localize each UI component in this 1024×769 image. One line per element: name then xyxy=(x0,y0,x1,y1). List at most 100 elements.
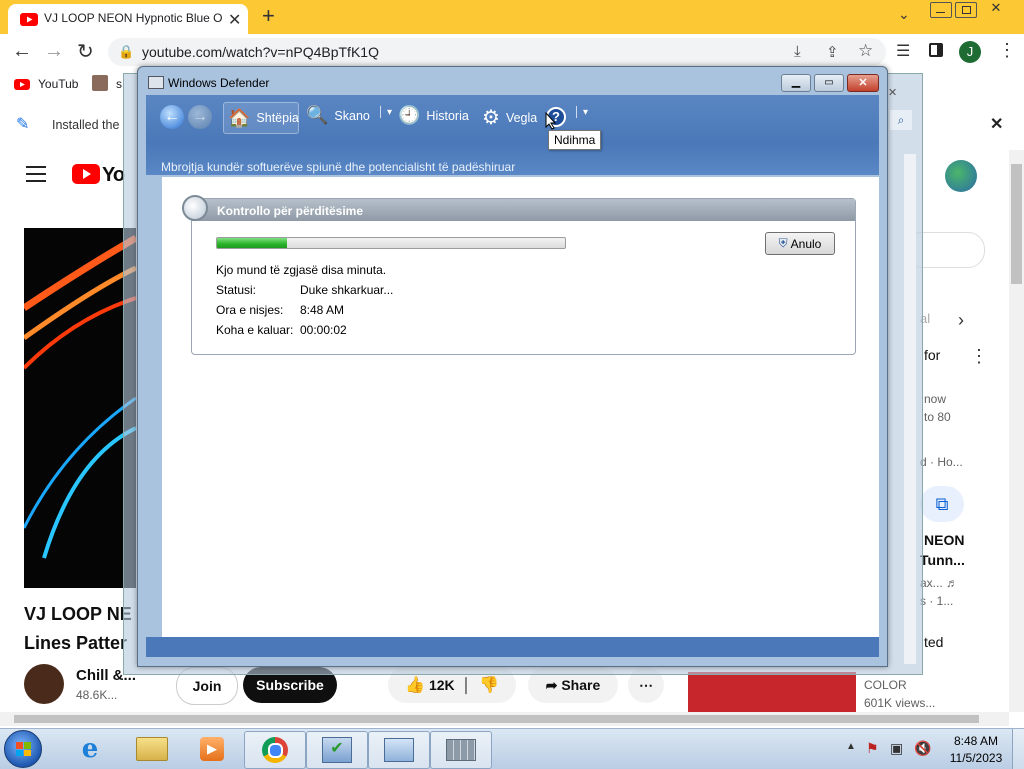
page-horizontal-scrollbar[interactable] xyxy=(0,712,1009,726)
windows-taskbar: e ▶ ✔ ▲ ⚑ ▣ 🔇 8:48 AM 11/5/2023 xyxy=(0,728,1024,769)
bookmark-youtube[interactable]: YouTub xyxy=(38,77,78,91)
start-button[interactable] xyxy=(4,730,42,768)
minimize-icon[interactable] xyxy=(930,2,952,18)
show-hidden-icons-icon[interactable]: ▲ xyxy=(846,741,856,752)
taskbar-firewall-icon[interactable] xyxy=(430,731,492,769)
defender-maximize-icon[interactable]: ▭ xyxy=(814,74,844,92)
channel-avatar[interactable] xyxy=(24,664,64,704)
side-text-tunn: Tunn... xyxy=(920,552,965,568)
reload-icon[interactable]: ↻ xyxy=(77,39,94,64)
media-controls-icon[interactable]: ☰ xyxy=(896,41,910,61)
side-text-for: for xyxy=(924,347,941,363)
clock-date[interactable]: 11/5/2023 xyxy=(946,751,1006,765)
background-window-close-icon[interactable]: ✕ xyxy=(888,86,897,99)
like-count[interactable]: 12K xyxy=(429,677,455,693)
network-icon[interactable]: ▣ xyxy=(890,740,903,757)
background-search-icon[interactable]: ⌕ xyxy=(890,110,912,130)
volume-muted-icon[interactable]: 🔇 xyxy=(914,740,931,757)
taskbar-explorer-icon[interactable] xyxy=(122,731,182,767)
side-text-ho: d · Ho... xyxy=(920,455,963,469)
status-label: Statusi: xyxy=(216,283,257,297)
install-app-icon[interactable]: ⤓ xyxy=(794,43,801,60)
browser-tab[interactable]: VJ LOOP NEON Hypnotic Blue Optical ✕ xyxy=(8,4,248,34)
tab-close-icon[interactable]: ✕ xyxy=(228,10,241,30)
related-video-thumbnail[interactable] xyxy=(688,672,856,712)
new-tab-icon[interactable]: + xyxy=(262,3,275,29)
restore-icon[interactable] xyxy=(955,2,977,18)
nav-home[interactable]: 🏠 Shtëpia xyxy=(223,102,299,134)
open-external-icon[interactable]: ⧉ xyxy=(920,486,964,522)
tools-gear-icon: ⚙ xyxy=(482,107,500,129)
defender-content-area: Kontrollo për përditësime Kjo mund të zg… xyxy=(162,177,879,637)
elapsed-time-value: 00:00:02 xyxy=(300,323,347,337)
tab-search-chevron-icon[interactable]: ⌄ xyxy=(898,6,910,23)
side-text-neon: NEON xyxy=(924,532,965,548)
chrome-menu-icon[interactable]: ⋮ xyxy=(998,40,1016,61)
subscriber-count: 48.6K... xyxy=(76,688,118,702)
nav-tools[interactable]: ⚙ Vegla xyxy=(482,105,537,130)
video-frame xyxy=(24,228,136,588)
status-value: Duke shkarkuar... xyxy=(300,283,394,297)
bookmark-star-icon[interactable]: ☆ xyxy=(858,41,873,61)
side-text-now: now xyxy=(924,392,947,406)
share-page-icon[interactable]: ⇪ xyxy=(826,43,839,61)
share-icon: ➦ xyxy=(545,676,558,693)
defender-forward-icon[interactable]: → xyxy=(188,105,212,129)
related-views: 601K views... xyxy=(864,696,936,710)
close-window-icon[interactable]: ✕ xyxy=(982,0,1010,16)
side-text-s1: s · 1... xyxy=(920,594,954,608)
back-icon[interactable]: ← xyxy=(12,40,32,63)
nav-scan[interactable]: 🔍 Skano xyxy=(306,105,370,126)
scan-magnifier-icon: 🔍 xyxy=(306,105,329,125)
dislike-icon[interactable]: 👎 xyxy=(479,675,499,695)
start-time-value: 8:48 AM xyxy=(300,303,345,317)
side-more-icon[interactable]: ⋮ xyxy=(970,346,988,367)
bookmark-2[interactable]: s xyxy=(116,77,122,91)
url-text[interactable]: youtube.com/watch?v=nPQ4BpTfK1Q xyxy=(142,44,379,60)
nav-tools-label: Vegla xyxy=(505,110,538,125)
help-tooltip: Ndihma xyxy=(548,130,602,150)
tab-title: VJ LOOP NEON Hypnotic Blue Optical xyxy=(44,11,222,25)
taskbar-internet-explorer-icon[interactable]: e xyxy=(60,731,120,767)
youtube-logo-icon[interactable] xyxy=(72,164,100,184)
defender-back-icon[interactable]: ← xyxy=(160,105,184,129)
account-avatar[interactable] xyxy=(945,160,977,192)
elapsed-time-label: Koha e kaluar: xyxy=(216,323,294,337)
chips-next-icon[interactable]: › xyxy=(958,310,964,331)
lock-icon[interactable]: 🔒 xyxy=(118,44,134,60)
forward-icon[interactable]: → xyxy=(44,40,64,63)
video-player[interactable] xyxy=(24,228,136,588)
action-center-icon[interactable]: ⚑ xyxy=(866,740,879,757)
hamburger-menu-icon[interactable] xyxy=(26,166,46,182)
update-check-panel: Kontrollo për përditësime Kjo mund të zg… xyxy=(191,198,856,355)
side-text-ted: ted xyxy=(924,634,944,650)
defender-close-icon[interactable]: ✕ xyxy=(847,74,879,92)
start-time-label: Ora e nisjes: xyxy=(216,303,284,317)
video-title-line1: VJ LOOP NE xyxy=(24,604,132,624)
taskbar-defender-icon[interactable]: ✔ xyxy=(306,731,368,769)
side-panel-icon[interactable] xyxy=(929,43,943,57)
browser-tab-strip: VJ LOOP NEON Hypnotic Blue Optical ✕ + ⌄… xyxy=(0,0,1024,34)
update-magnifier-icon xyxy=(182,195,208,221)
scan-dropdown-icon[interactable]: │ ▾ xyxy=(378,107,392,118)
nav-history-label: Historia xyxy=(426,108,469,123)
taskbar-chrome-icon[interactable] xyxy=(244,731,306,769)
video-title-line2: Lines Patter xyxy=(24,633,128,653)
profile-avatar[interactable]: J xyxy=(959,41,981,63)
cancel-button[interactable]: ⛨ Anulo xyxy=(765,232,835,255)
clock-time[interactable]: 8:48 AM xyxy=(946,734,1006,748)
defender-minimize-icon[interactable]: ▁ xyxy=(781,74,811,92)
nav-history[interactable]: 🕘 Historia xyxy=(398,105,469,126)
background-window-scrollbar[interactable] xyxy=(904,154,916,664)
page-vertical-scrollbar[interactable] xyxy=(1009,150,1024,712)
taskbar-control-panel-icon[interactable] xyxy=(368,731,430,769)
side-text-to80: to 80 xyxy=(924,410,951,424)
share-label: Share xyxy=(561,677,601,693)
show-desktop-button[interactable] xyxy=(1012,729,1024,769)
nav-scan-label: Skano xyxy=(334,108,370,123)
infobar-close-icon[interactable]: ✕ xyxy=(990,114,1003,134)
help-dropdown-icon[interactable]: │ ▾ xyxy=(574,107,588,118)
defender-bottom-bar xyxy=(146,637,879,657)
taskbar-media-player-icon[interactable]: ▶ xyxy=(182,731,242,767)
like-icon[interactable]: 👍 xyxy=(405,675,425,695)
